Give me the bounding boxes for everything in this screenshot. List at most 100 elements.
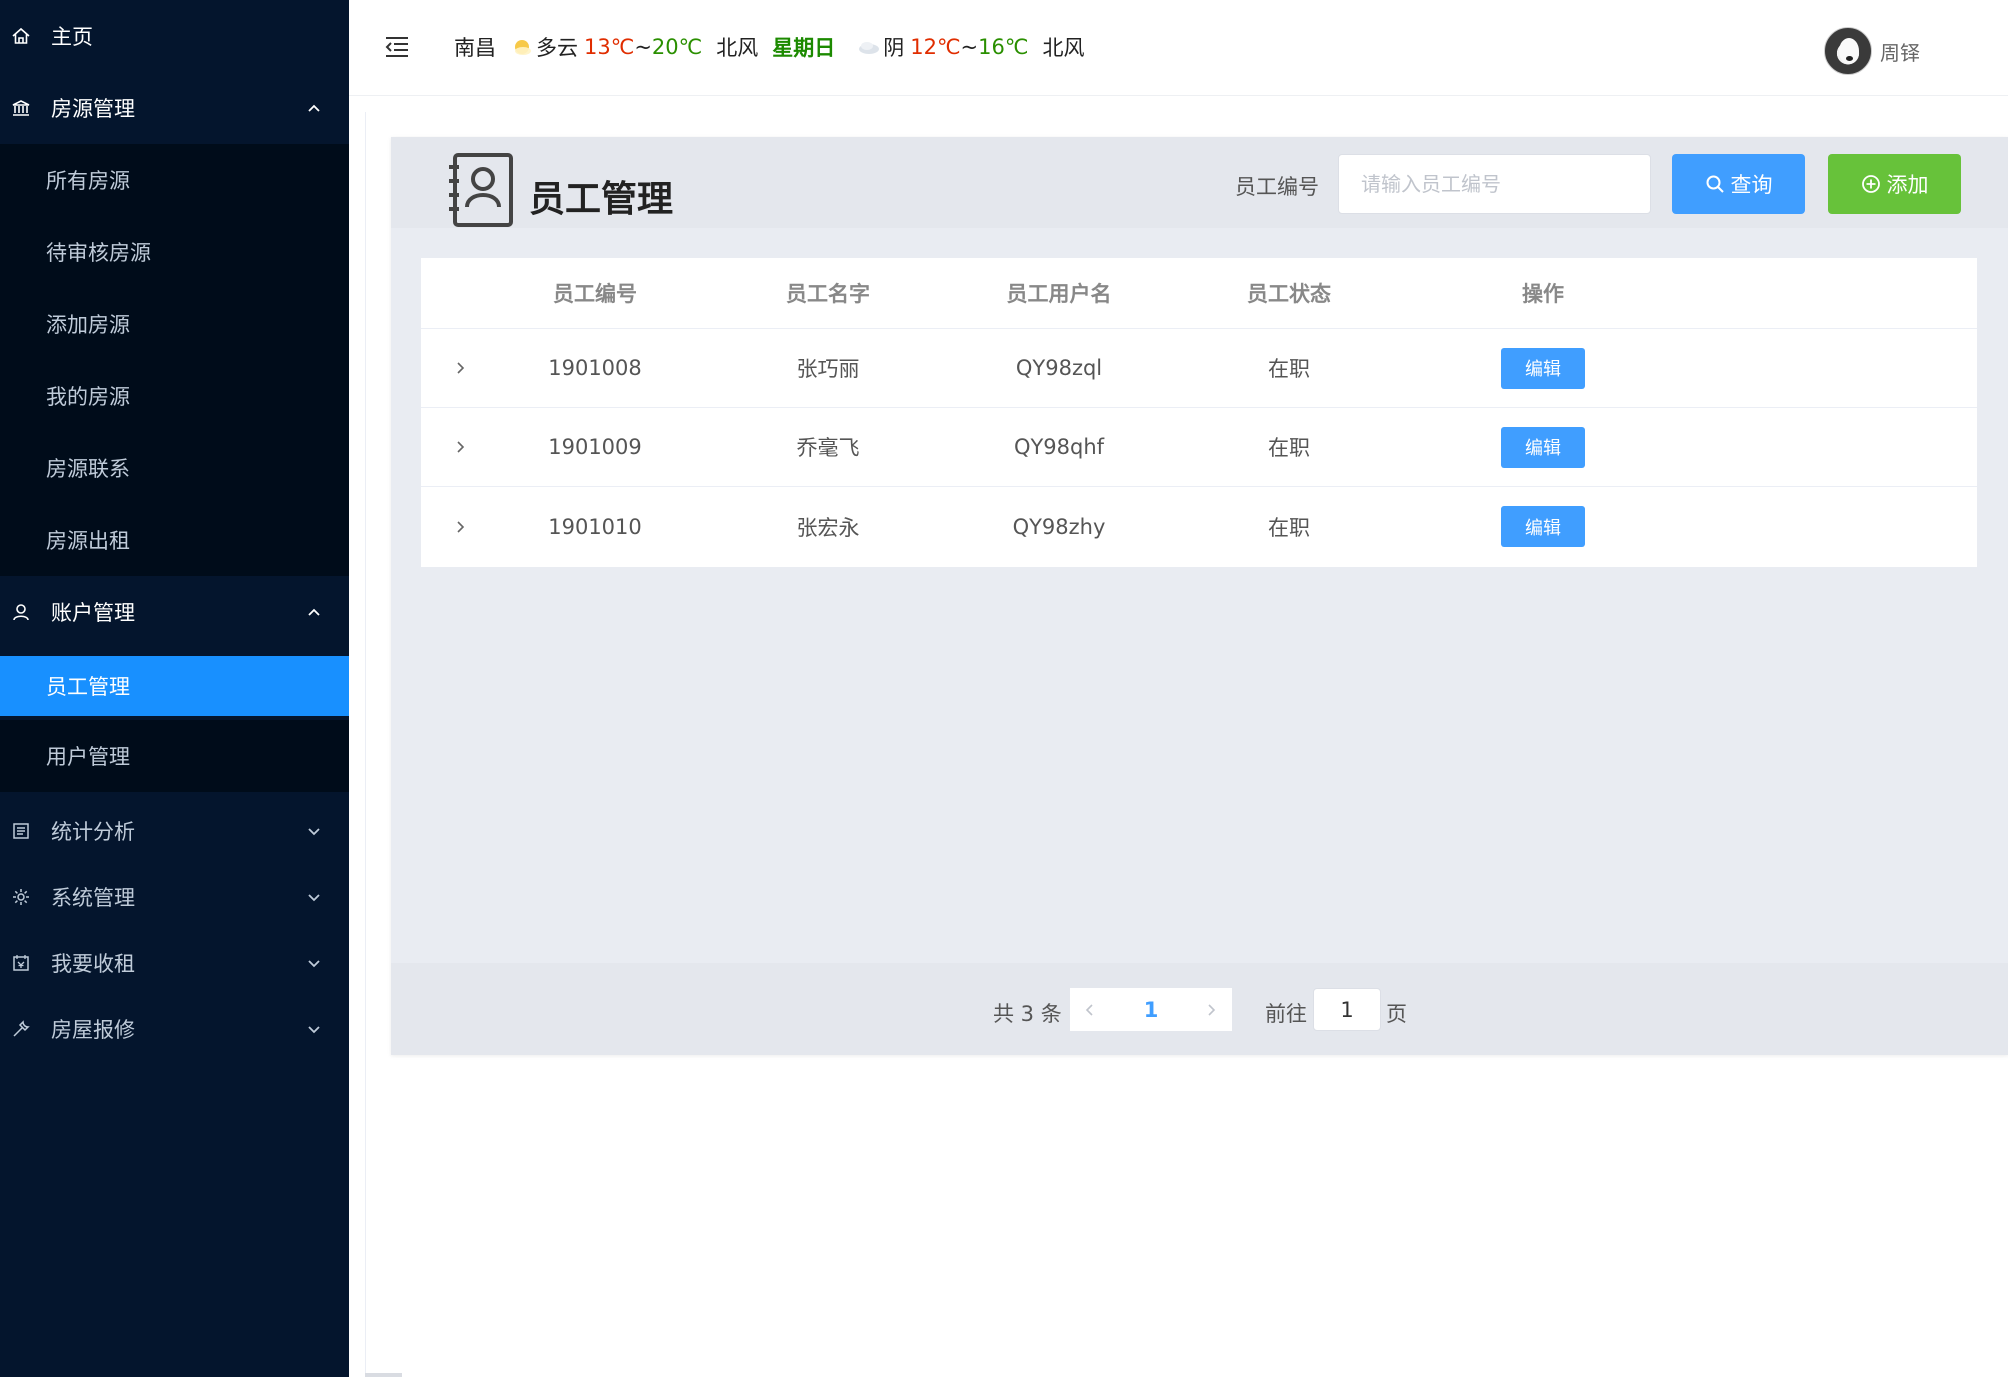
- bank-icon: [10, 97, 32, 119]
- employee-id-input[interactable]: [1338, 154, 1651, 214]
- sidebar-item-label: 房源出租: [46, 529, 130, 553]
- plus-circle-icon: [1861, 174, 1881, 194]
- user-menu[interactable]: 周铎: [1824, 27, 1920, 75]
- today-weather: 多云: [536, 36, 578, 60]
- query-button[interactable]: 查询: [1672, 154, 1805, 214]
- today-temp-sep: ~: [634, 35, 652, 59]
- chevron-down-icon: [305, 954, 323, 972]
- sidebar-item-label: 主页: [51, 25, 93, 49]
- sidebar-item-label: 房屋报修: [51, 1018, 135, 1042]
- chevron-up-icon: [305, 603, 323, 621]
- sidebar-item-home[interactable]: 主页: [0, 0, 349, 72]
- sidebar-group-property[interactable]: 房源管理: [0, 72, 349, 144]
- page-unit-label: 页: [1386, 1002, 1407, 1026]
- next-page-icon[interactable]: [1192, 988, 1232, 1031]
- sidebar-item-label: 用户管理: [46, 745, 130, 769]
- goto-page-input[interactable]: [1313, 988, 1381, 1031]
- search-label: 员工编号: [1235, 175, 1319, 199]
- cell-employee-username: QY98zhy: [1012, 514, 1106, 539]
- table-row: 1901009 乔毫飞 QY98qhf 在职 编辑: [421, 408, 1977, 487]
- sidebar-item-user-management[interactable]: 用户管理: [0, 720, 349, 792]
- weekday: 星期日: [772, 36, 836, 60]
- cell-employee-name: 乔毫飞: [796, 436, 860, 460]
- column-header-name: 员工名字: [786, 282, 870, 306]
- wrench-icon: [10, 1018, 32, 1040]
- search-icon: [1705, 174, 1725, 194]
- cell-employee-id: 1901008: [548, 356, 642, 380]
- table-row: 1901008 张巧丽 QY98zql 在职 编辑: [421, 329, 1977, 408]
- gear-icon: [10, 886, 32, 908]
- tomorrow-temp-sep: ~: [960, 35, 979, 59]
- pagination-pager: 1: [1070, 988, 1232, 1031]
- sidebar-item-label: 我的房源: [46, 385, 130, 409]
- contact-book-icon: [449, 153, 513, 227]
- add-button-label: 添加: [1886, 173, 1929, 197]
- tomorrow-weather: 阴: [883, 36, 905, 60]
- document-icon: [10, 820, 32, 842]
- column-header-id: 员工编号: [553, 282, 637, 306]
- sidebar-item-label: 统计分析: [51, 820, 135, 844]
- chevron-down-icon: [305, 888, 323, 906]
- cell-employee-status: 在职: [1268, 515, 1310, 540]
- sidebar-item-all-properties[interactable]: 所有房源: [0, 144, 349, 216]
- pagination-total: 共 3 条: [993, 1002, 1062, 1026]
- column-header-username: 员工用户名: [1006, 282, 1112, 306]
- home-icon: [10, 25, 32, 47]
- tomorrow-low-temp: 12℃: [910, 35, 961, 59]
- edit-button[interactable]: 编辑: [1501, 426, 1585, 468]
- calendar-icon: [10, 952, 32, 974]
- table-row: 1901010 张宏永 QY98zhy 在职 编辑: [421, 487, 1977, 566]
- sidebar-group-repair[interactable]: 房屋报修: [0, 990, 349, 1068]
- sidebar-item-label: 添加房源: [46, 313, 130, 337]
- chevron-down-icon: [305, 822, 323, 840]
- cell-employee-id: 1901010: [548, 514, 642, 539]
- avatar[interactable]: [1824, 27, 1872, 75]
- sidebar-item-label: 账户管理: [51, 601, 135, 625]
- cell-employee-name: 张宏永: [796, 515, 860, 540]
- sidebar-item-employee-management[interactable]: 员工管理: [0, 656, 349, 716]
- cell-employee-username: QY98zql: [1015, 356, 1103, 380]
- weather-city: 南昌: [454, 36, 496, 60]
- edit-button[interactable]: 编辑: [1501, 347, 1585, 389]
- expand-row-icon[interactable]: [451, 329, 471, 407]
- edit-button[interactable]: 编辑: [1501, 506, 1585, 547]
- tomorrow-high-temp: 16℃: [978, 35, 1029, 59]
- pagination: 共 3 条 1 前往 页: [391, 963, 2008, 1055]
- tomorrow-wind: 北风: [1042, 36, 1085, 60]
- cell-employee-username: QY98qhf: [1013, 435, 1105, 459]
- chevron-up-icon: [305, 99, 323, 117]
- sidebar-item-label: 我要收租: [51, 952, 135, 976]
- employee-table: 员工编号 员工名字 员工用户名 员工状态 操作 1901008 张巧丽 QY98…: [421, 258, 1977, 567]
- today-wind: 北风: [716, 36, 759, 60]
- add-button[interactable]: 添加: [1828, 154, 1961, 214]
- sidebar-item-label: 系统管理: [51, 886, 135, 910]
- sidebar: 主页 房源管理 所有房源 待审核房源 添加房源 我的房源 房源联系 房源出租 账…: [0, 0, 349, 1377]
- prev-page-icon[interactable]: [1070, 988, 1110, 1031]
- sidebar-item-add-property[interactable]: 添加房源: [0, 288, 349, 360]
- cell-employee-name: 张巧丽: [796, 357, 860, 381]
- table-header: 员工编号 员工名字 员工用户名 员工状态 操作: [421, 258, 1977, 329]
- page-number[interactable]: 1: [1110, 988, 1192, 1031]
- weather-widget: 南昌 多云 13℃ ~ 20℃ 北风 星期日 阴 12℃ ~ 16℃ 北风: [454, 32, 1084, 62]
- sidebar-item-label: 员工管理: [46, 675, 130, 699]
- sidebar-item-label: 房源管理: [51, 97, 135, 121]
- sidebar-item-property-rental[interactable]: 房源出租: [0, 504, 349, 576]
- menu-toggle-icon[interactable]: [385, 36, 409, 58]
- sidebar-group-account[interactable]: 账户管理: [0, 576, 349, 648]
- column-header-status: 员工状态: [1247, 282, 1331, 306]
- query-button-label: 查询: [1730, 173, 1773, 197]
- user-icon: [10, 601, 32, 623]
- sidebar-item-pending-properties[interactable]: 待审核房源: [0, 216, 349, 288]
- sidebar-item-property-contacts[interactable]: 房源联系: [0, 432, 349, 504]
- scrollbar-thumb[interactable]: [365, 1373, 402, 1377]
- goto-label: 前往: [1265, 1002, 1307, 1026]
- column-header-action: 操作: [1522, 282, 1564, 306]
- user-name: 周铎: [1880, 40, 1920, 65]
- cell-employee-status: 在职: [1268, 357, 1310, 381]
- sidebar-item-label: 所有房源: [46, 169, 130, 193]
- expand-row-icon[interactable]: [451, 487, 471, 566]
- sidebar-item-my-properties[interactable]: 我的房源: [0, 360, 349, 432]
- expand-row-icon[interactable]: [451, 408, 471, 486]
- page-title: 员工管理: [529, 179, 674, 220]
- chevron-down-icon: [305, 1020, 323, 1038]
